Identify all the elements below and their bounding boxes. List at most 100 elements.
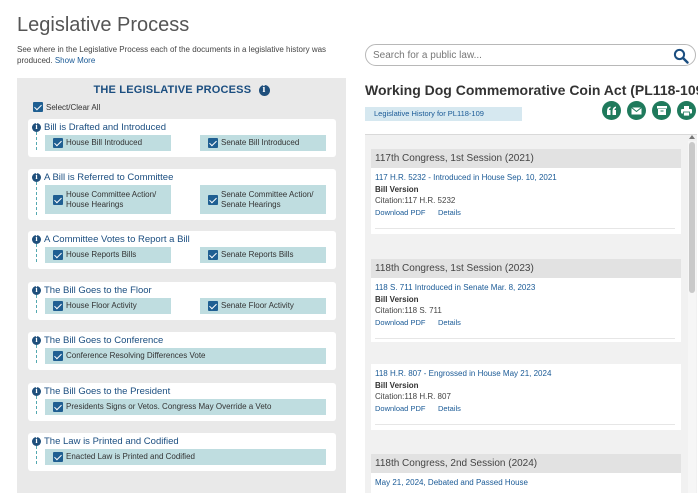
- document-citation: Citation:118 H.R. 807: [375, 392, 451, 401]
- document-card: May 21, 2024, Debated and Passed House: [371, 473, 681, 493]
- filter-house-floor-activity[interactable]: House Floor Activity: [45, 298, 171, 314]
- document-title-link[interactable]: May 21, 2024, Debated and Passed House: [375, 478, 528, 487]
- checkbox-checked-icon[interactable]: [208, 194, 218, 205]
- filter-label: Conference Resolving Differences Vote: [66, 351, 206, 360]
- filter-house-reports-bills[interactable]: House Reports Bills: [45, 247, 171, 263]
- stage-header: The Bill Goes to the Floor: [32, 285, 152, 296]
- stage-connector: [36, 182, 37, 215]
- filter-senate-bill-introduced[interactable]: Senate Bill Introduced: [200, 135, 326, 151]
- checkbox-checked-icon[interactable]: [53, 138, 63, 148]
- info-icon[interactable]: [32, 335, 41, 345]
- checkbox-checked-icon[interactable]: [53, 250, 63, 260]
- filter-president-signs[interactable]: Presidents Signs or Vetos. Congress May …: [45, 399, 326, 415]
- checkbox-checked-icon[interactable]: [53, 351, 63, 361]
- filter-senate-reports-bills[interactable]: Senate Reports Bills: [200, 247, 326, 263]
- filter-label: Senate Reports Bills: [221, 250, 294, 259]
- filter-label: Presidents Signs or Vetos. Congress May …: [66, 402, 272, 411]
- search-icon[interactable]: [673, 48, 689, 64]
- info-icon[interactable]: [258, 84, 270, 96]
- details-link[interactable]: Details: [438, 208, 461, 217]
- filter-senate-floor-activity[interactable]: Senate Floor Activity: [200, 298, 326, 314]
- filter-conference-vote[interactable]: Conference Resolving Differences Vote: [45, 348, 326, 364]
- document-card: 117 H.R. 5232 - Introduced in House Sep.…: [371, 168, 681, 234]
- save-button[interactable]: [652, 101, 671, 120]
- search-input[interactable]: [373, 48, 663, 63]
- checkbox-checked-icon[interactable]: [208, 250, 218, 260]
- stage-title: The Bill Goes to the President: [44, 386, 171, 397]
- search-box: [365, 44, 696, 66]
- cite-button[interactable]: [602, 101, 621, 120]
- stage-title: A Bill is Referred to Committee: [44, 172, 174, 183]
- stage-title: The Bill Goes to the Floor: [44, 285, 152, 296]
- checkbox-checked-icon[interactable]: [33, 102, 43, 112]
- stage-drafted-introduced: Bill is Drafted and Introduced House Bil…: [28, 119, 336, 157]
- checkbox-checked-icon[interactable]: [53, 402, 63, 412]
- stage-connector: [36, 446, 37, 464]
- info-icon[interactable]: [32, 234, 41, 244]
- email-icon: [631, 106, 642, 114]
- card-divider: [375, 228, 675, 229]
- card-divider: [375, 338, 675, 339]
- page-title: Legislative Process: [17, 14, 190, 36]
- document-citation: Citation:118 S. 711: [375, 306, 442, 315]
- document-version: Bill Version: [375, 381, 419, 390]
- info-icon[interactable]: [32, 285, 41, 295]
- document-title-link[interactable]: 118 S. 711 Introduced in Senate Mar. 8, …: [375, 283, 535, 292]
- stage-title: The Bill Goes to Conference: [44, 335, 164, 346]
- tab-legislative-history[interactable]: Legislative History for PL118-109: [365, 107, 522, 121]
- info-icon[interactable]: [32, 436, 41, 446]
- details-link[interactable]: Details: [438, 404, 461, 413]
- download-pdf-link[interactable]: Download PDF: [375, 318, 425, 327]
- filter-label: House Floor Activity: [66, 301, 137, 310]
- checkbox-checked-icon[interactable]: [208, 301, 218, 311]
- stage-connector: [36, 345, 37, 363]
- document-title-link[interactable]: 118 H.R. 807 - Engrossed in House May 21…: [375, 369, 551, 378]
- session-header: 118th Congress, 1st Session (2023): [371, 259, 681, 278]
- stage-goes-to-floor: The Bill Goes to the Floor House Floor A…: [28, 282, 336, 320]
- intro-text: See where in the Legislative Process eac…: [17, 44, 347, 66]
- document-card: 118 S. 711 Introduced in Senate Mar. 8, …: [371, 278, 681, 342]
- stage-connector: [36, 295, 37, 313]
- filter-enacted-law[interactable]: Enacted Law is Printed and Codified: [45, 449, 326, 465]
- stage-connector: [36, 396, 37, 414]
- legislative-process-panel: THE LEGISLATIVE PROCESS Select/Clear All…: [17, 78, 346, 493]
- filter-label: House Committee Action/ House Hearings: [66, 189, 157, 209]
- filter-label: Senate Floor Activity: [221, 301, 294, 310]
- bill-title: Working Dog Commemorative Coin Act (PL11…: [365, 82, 698, 98]
- session-header: 118th Congress, 2nd Session (2024): [371, 454, 681, 473]
- checkbox-checked-icon[interactable]: [53, 452, 63, 462]
- print-button[interactable]: [677, 101, 696, 120]
- stage-header: The Bill Goes to Conference: [32, 335, 163, 346]
- filter-label: House Reports Bills: [66, 250, 137, 259]
- scroll-up-arrow-icon[interactable]: [689, 135, 695, 139]
- select-all-label: Select/Clear All: [46, 102, 101, 112]
- checkbox-checked-icon[interactable]: [208, 138, 218, 148]
- checkbox-checked-icon[interactable]: [53, 301, 63, 311]
- stage-printed-codified: The Law is Printed and Codified Enacted …: [28, 433, 336, 471]
- email-button[interactable]: [627, 101, 646, 120]
- quote-icon: [607, 106, 616, 115]
- info-icon[interactable]: [32, 386, 41, 396]
- stage-goes-to-president: The Bill Goes to the President President…: [28, 383, 336, 421]
- download-pdf-link[interactable]: Download PDF: [375, 404, 425, 413]
- info-icon[interactable]: [32, 122, 41, 132]
- process-title: THE LEGISLATIVE PROCESS: [17, 84, 346, 96]
- filter-senate-committee-action[interactable]: Senate Committee Action/ Senate Hearings: [200, 185, 326, 214]
- save-icon: [656, 106, 667, 115]
- document-citation: Citation:117 H.R. 5232: [375, 196, 456, 205]
- filter-label: Senate Bill Introduced: [221, 138, 300, 147]
- select-all-checkbox[interactable]: Select/Clear All: [33, 102, 100, 112]
- filter-house-bill-introduced[interactable]: House Bill Introduced: [45, 135, 171, 151]
- stage-header: Bill is Drafted and Introduced: [32, 122, 166, 133]
- process-title-text: THE LEGISLATIVE PROCESS: [93, 84, 252, 96]
- show-more-link[interactable]: Show More: [55, 56, 95, 65]
- filter-house-committee-action[interactable]: House Committee Action/ House Hearings: [45, 185, 171, 214]
- scrollbar-thumb[interactable]: [689, 142, 695, 293]
- details-link[interactable]: Details: [438, 318, 461, 327]
- checkbox-checked-icon[interactable]: [53, 194, 63, 205]
- download-pdf-link[interactable]: Download PDF: [375, 208, 425, 217]
- info-icon[interactable]: [32, 172, 41, 182]
- document-title-link[interactable]: 117 H.R. 5232 - Introduced in House Sep.…: [375, 173, 557, 182]
- stage-committee-votes: A Committee Votes to Report a Bill House…: [28, 231, 336, 269]
- card-divider: [375, 424, 675, 425]
